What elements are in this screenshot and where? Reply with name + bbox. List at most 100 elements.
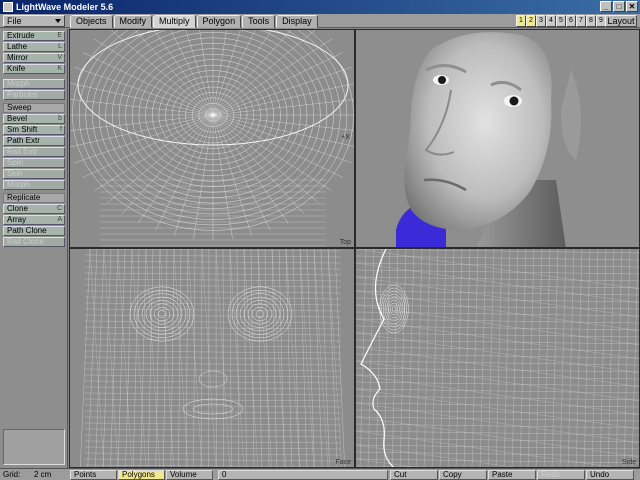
- tool-group-replicate: Clone C Array A Path Clone Rail Clone: [3, 204, 65, 247]
- eye-left: [438, 76, 446, 84]
- tool-particles-button: Particles: [3, 90, 65, 100]
- edit-redo-button: Redo: [537, 470, 585, 480]
- layer-button-8[interactable]: 8: [586, 15, 596, 27]
- tool-path-extr-button[interactable]: Path Extr: [3, 136, 65, 146]
- tool-label: Path Extr: [7, 136, 40, 145]
- edit-paste-button[interactable]: Paste: [488, 470, 536, 480]
- tool-rail-clone-button: Rail Clone: [3, 237, 65, 247]
- layer-button-1[interactable]: 1: [516, 15, 526, 27]
- viewport-top[interactable]: +X Top: [69, 29, 355, 248]
- tool-sm-shift-button[interactable]: Sm Shift f: [3, 125, 65, 135]
- selection-count: 0: [218, 470, 388, 480]
- tab-polygon[interactable]: Polygon: [196, 15, 242, 28]
- front-view-wireframe: [79, 249, 345, 467]
- numeric-panel: [3, 429, 65, 465]
- layer-button-4[interactable]: 4: [546, 15, 556, 27]
- tab-tools[interactable]: Tools: [242, 15, 276, 28]
- maximize-button[interactable]: □: [613, 1, 625, 12]
- layer-buttons: 12345678910: [516, 15, 616, 27]
- layer-button-2[interactable]: 2: [526, 15, 536, 27]
- tool-lathe-button[interactable]: Lathe L: [3, 42, 65, 52]
- tool-mirror-button[interactable]: Mirror V: [3, 53, 65, 63]
- viewport-side-label: Side: [621, 459, 636, 466]
- tool-label: Mirror: [7, 53, 28, 62]
- shortcut-key: L: [58, 43, 62, 50]
- main-tabs: Objects Modify Multiply Polygon Tools Display: [70, 15, 319, 28]
- tab-multiply[interactable]: Multiply: [153, 15, 196, 28]
- tool-morph-button: Morph: [3, 79, 65, 89]
- grid-label: Grid:: [3, 470, 21, 479]
- tool-path-clone-button[interactable]: Path Clone: [3, 226, 65, 236]
- file-menu-label: File: [7, 16, 22, 26]
- tool-label: Knife: [7, 64, 26, 73]
- tool-label: Rail Extr: [7, 147, 38, 156]
- layer-button-5[interactable]: 5: [556, 15, 566, 27]
- tool-extrude-button[interactable]: Extrude E: [3, 31, 65, 41]
- tool-label: Sm Shift: [7, 125, 38, 134]
- tool-skin-button: Skin: [3, 169, 65, 179]
- window-title: LightWave Modeler 5.6: [16, 2, 114, 12]
- shortcut-key: K: [57, 65, 62, 72]
- tool-sidebar: Extrude E Lathe L Mirror V Knife K Morph Particl…: [0, 29, 68, 468]
- shortcut-key: f: [60, 126, 62, 133]
- tool-label: Lathe: [7, 42, 28, 51]
- file-menu-button[interactable]: File: [3, 15, 65, 27]
- close-button[interactable]: ✕: [626, 1, 638, 12]
- edit-undo-button[interactable]: Undo: [586, 470, 634, 480]
- shortcut-key: b: [58, 115, 62, 122]
- layer-button-6[interactable]: 6: [566, 15, 576, 27]
- viewport-side[interactable]: Side: [355, 248, 640, 468]
- grid-value: 2 cm: [34, 470, 52, 479]
- edit-cut-button[interactable]: Cut: [390, 470, 438, 480]
- app-icon: [3, 2, 13, 12]
- mode-volume-button[interactable]: Volume: [166, 470, 213, 480]
- tool-label: Extrude: [7, 31, 35, 40]
- replicate-group-label: Replicate: [3, 193, 65, 203]
- tool-morph-button: Morph: [3, 180, 65, 190]
- tool-clone-button[interactable]: Clone C: [3, 204, 65, 214]
- tool-label: Path Clone: [7, 226, 47, 235]
- tab-objects[interactable]: Objects: [70, 15, 113, 28]
- tab-bar: File Objects Modify Multiply Polygon Tools Di…: [0, 14, 640, 28]
- viewport-front-label: Face: [335, 459, 351, 466]
- side-view-wireframe: [356, 249, 639, 467]
- title-bar: LightWave Modeler 5.6 _ □ ✕: [0, 0, 640, 14]
- tool-group-morph: Morph Particles: [3, 79, 65, 100]
- layer-button-7[interactable]: 7: [576, 15, 586, 27]
- tool-label: Rail Clone: [7, 237, 44, 246]
- tool-bevel-button[interactable]: Bevel b: [3, 114, 65, 124]
- shortcut-key: E: [57, 32, 62, 39]
- shortcut-key: A: [57, 216, 62, 223]
- tool-group-sweep: Bevel b Sm Shift f Path Extr Rail Extr Spin Ski…: [3, 114, 65, 190]
- eye-right: [509, 96, 519, 106]
- tool-array-button[interactable]: Array A: [3, 215, 65, 225]
- tool-label: Morph: [7, 180, 30, 189]
- viewport-perspective[interactable]: [355, 29, 640, 248]
- tab-modify[interactable]: Modify: [113, 15, 153, 28]
- minimize-button[interactable]: _: [600, 1, 612, 12]
- top-view-wireframe: [70, 30, 354, 247]
- layout-button[interactable]: Layout: [605, 15, 637, 27]
- tool-spin-button: Spin: [3, 158, 65, 168]
- tool-label: Morph: [7, 79, 30, 88]
- viewport-front[interactable]: Face: [69, 248, 355, 468]
- rendered-head: [356, 30, 639, 247]
- sweep-group-label: Sweep: [3, 103, 65, 113]
- tool-label: Spin: [7, 158, 24, 167]
- tool-label: Array: [7, 215, 27, 224]
- shortcut-key: C: [56, 205, 62, 212]
- mode-points-button[interactable]: Points: [70, 470, 117, 480]
- layer-button-3[interactable]: 3: [536, 15, 546, 27]
- axis-marker: +X: [341, 134, 350, 141]
- tab-display[interactable]: Display: [276, 15, 318, 28]
- tool-label: Particles: [7, 90, 38, 99]
- tool-knife-button[interactable]: Knife K: [3, 64, 65, 74]
- tool-group-main: Extrude E Lathe L Mirror V Knife K: [3, 31, 65, 74]
- tool-label: Clone: [7, 204, 28, 213]
- tool-rail-extr-button: Rail Extr: [3, 147, 65, 157]
- edit-copy-button[interactable]: Copy: [439, 470, 487, 480]
- chevron-down-icon: [55, 19, 61, 23]
- tool-label: Skin: [7, 169, 23, 178]
- viewport-top-label: Top: [339, 239, 351, 246]
- mode-polygons-button[interactable]: Polygons: [118, 470, 165, 480]
